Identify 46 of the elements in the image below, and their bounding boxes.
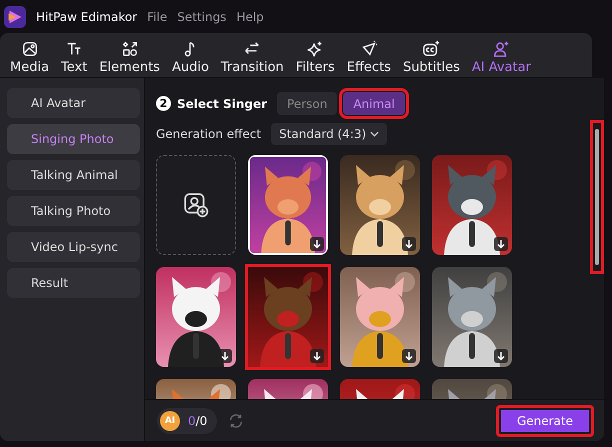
download-icon[interactable]: [402, 349, 416, 363]
sparkle-icon: [306, 40, 324, 58]
toolbar-tab[interactable]: Transition: [214, 40, 290, 75]
sidebar-item[interactable]: Video Lip-sync: [7, 232, 140, 262]
upload-tile[interactable]: [156, 155, 236, 255]
toolbar-tab[interactable]: AI Avatar: [466, 40, 537, 75]
toolbar-tab[interactable]: Filters: [290, 40, 341, 75]
generation-effect-dropdown[interactable]: Standard (4:3): [271, 123, 388, 145]
credits-count: 0/0: [188, 414, 208, 428]
step-title: Select Singer: [177, 96, 268, 110]
sidebar-item[interactable]: Result: [7, 268, 140, 298]
sidebar-item[interactable]: Talking Animal: [7, 160, 140, 190]
toolbar-tab[interactable]: Subtitles: [396, 40, 466, 75]
download-icon[interactable]: [310, 349, 324, 363]
toolbar-tab[interactable]: Effects: [340, 40, 397, 75]
generate-button[interactable]: Generate: [496, 404, 594, 436]
toolbar-tab[interactable]: Elements: [93, 40, 166, 75]
add-person-icon: [183, 192, 209, 218]
menu-item[interactable]: File: [147, 10, 168, 24]
app-title: HitPaw Edimakor: [36, 10, 138, 24]
singer-type-tab[interactable]: Animal: [343, 92, 405, 115]
singer-type-tab[interactable]: Person: [277, 92, 338, 115]
download-icon[interactable]: [494, 349, 508, 363]
menu-item[interactable]: Settings: [177, 10, 226, 24]
shapes-icon: [120, 40, 139, 58]
download-icon[interactable]: [310, 237, 324, 251]
download-icon[interactable]: [402, 237, 416, 251]
toolbar-tab[interactable]: Audio: [166, 40, 215, 75]
download-icon[interactable]: [218, 349, 232, 363]
sidebar-item[interactable]: AI Avatar: [7, 88, 140, 118]
step-number-badge: 2: [156, 96, 171, 111]
scrollbar[interactable]: [590, 120, 604, 274]
app-logo-icon: [4, 6, 26, 28]
image-icon: [20, 40, 39, 58]
generation-effect-label: Generation effect: [156, 127, 262, 141]
ai-coin-badge: AI: [160, 410, 180, 430]
cone-icon: [360, 40, 378, 58]
captions-icon: [422, 40, 440, 58]
download-icon[interactable]: [494, 237, 508, 251]
person-add-icon: [492, 40, 510, 58]
toolbar-tab[interactable]: Text: [55, 40, 94, 75]
sidebar-item[interactable]: Singing Photo: [7, 124, 140, 154]
sidebar-item[interactable]: Talking Photo: [7, 196, 140, 226]
toolbar-tab[interactable]: Media: [4, 40, 56, 75]
menu-item[interactable]: Help: [236, 10, 264, 24]
chevron-down-icon: [370, 131, 380, 137]
